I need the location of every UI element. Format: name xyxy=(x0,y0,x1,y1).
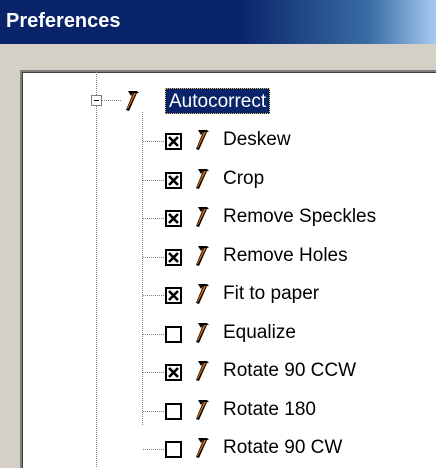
tree-connector xyxy=(143,257,165,258)
tree-item-label: Rotate 90 CCW xyxy=(223,360,357,381)
window-title: Preferences xyxy=(6,10,121,32)
check-mark-icon xyxy=(168,252,179,263)
tree-connector xyxy=(143,334,165,335)
tree-connector xyxy=(143,218,165,219)
hammer-icon xyxy=(193,435,219,466)
check-mark-icon xyxy=(168,175,179,186)
collapse-toggle[interactable] xyxy=(91,95,102,106)
checkbox[interactable] xyxy=(165,249,182,266)
tree-guide-left xyxy=(96,70,97,468)
tree-connector xyxy=(143,449,165,450)
root-connector xyxy=(102,100,122,101)
hammer-icon xyxy=(193,243,219,274)
tree-connector xyxy=(143,372,165,373)
tree-connector xyxy=(143,295,165,296)
tree-item-label: Remove Speckles xyxy=(223,206,377,227)
tree-connector xyxy=(143,180,165,181)
check-mark-icon xyxy=(168,136,179,147)
checkbox[interactable] xyxy=(165,210,182,227)
check-mark-icon xyxy=(168,213,179,224)
tree-item-label: Rotate 90 CW xyxy=(223,437,343,458)
tree-item-label: Rotate 180 xyxy=(223,399,316,420)
window-title-bar[interactable]: Preferences xyxy=(0,0,436,44)
checkbox[interactable] xyxy=(165,133,182,150)
check-mark-icon xyxy=(168,290,179,301)
hammer-icon xyxy=(193,127,219,158)
checkbox[interactable] xyxy=(165,172,182,189)
tree-connector xyxy=(143,411,165,412)
hammer-icon xyxy=(193,281,219,312)
tree-root-autocorrect[interactable]: Autocorrect xyxy=(165,88,271,114)
hammer-icon xyxy=(193,166,219,197)
checkbox[interactable] xyxy=(165,326,182,343)
checkbox[interactable] xyxy=(165,287,182,304)
tree-connector xyxy=(143,141,165,142)
checkbox[interactable] xyxy=(165,364,182,381)
hammer-icon xyxy=(193,397,219,428)
checkbox[interactable] xyxy=(165,441,182,458)
tree-item-label: Crop xyxy=(223,168,265,189)
hammer-icon xyxy=(193,320,219,351)
tree-item-label: Equalize xyxy=(223,322,296,343)
checkbox[interactable] xyxy=(165,403,182,420)
tree-guide-main xyxy=(142,112,143,425)
tree-item-label: Fit to paper xyxy=(223,283,320,304)
minus-icon xyxy=(94,100,99,101)
tree-item-label: Remove Holes xyxy=(223,245,348,266)
check-mark-icon xyxy=(168,367,179,378)
tree-item-label: Deskew xyxy=(223,129,291,150)
hammer-icon xyxy=(193,358,219,389)
hammer-icon xyxy=(193,204,219,235)
hammer-icon xyxy=(126,91,139,111)
